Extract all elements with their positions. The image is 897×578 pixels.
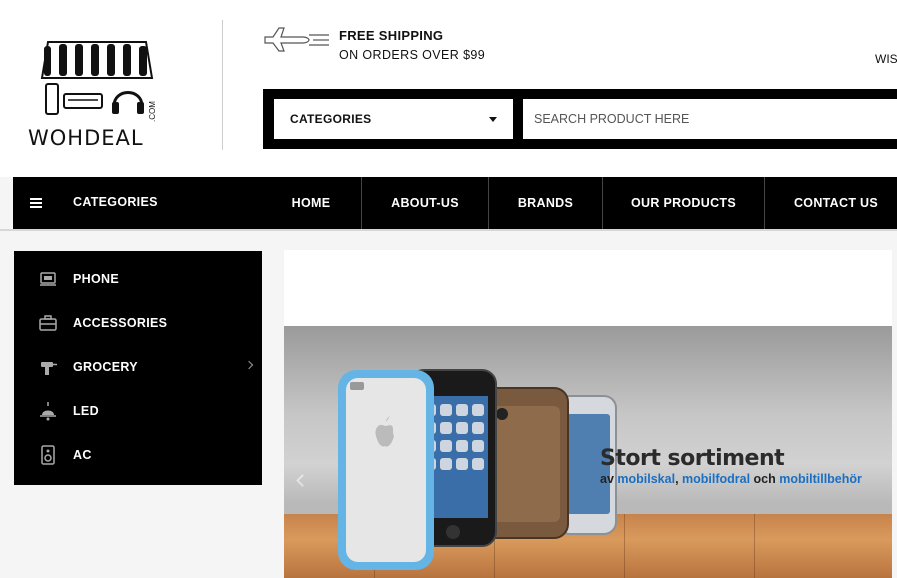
page: WOHDEAL .COM FREE SHIPPING ON ORDERS OVE… xyxy=(0,0,897,578)
sidebar-item-label: AC xyxy=(73,448,92,462)
sidebar-item-label: LED xyxy=(73,404,99,418)
banner-sub-och: och xyxy=(750,472,780,486)
sidebar-item-phone[interactable]: PHONE xyxy=(14,257,262,301)
phones-illustration xyxy=(338,369,617,570)
banner-sub-separator: , xyxy=(675,472,683,486)
header-divider xyxy=(222,20,223,150)
nav-home[interactable]: HOME xyxy=(261,177,361,229)
banner-edge xyxy=(892,250,897,578)
nav-divider-line xyxy=(0,229,897,231)
banner-link-mobilfodral: mobilfodral xyxy=(682,472,751,486)
shop-awning-icon xyxy=(40,41,154,115)
hero-banner[interactable]: Stort sortiment av mobilskal, mobilfodra… xyxy=(284,326,892,578)
shipping-title: FREE SHIPPING xyxy=(339,28,444,43)
sidebar-item-label: GROCERY xyxy=(73,360,138,374)
phone-icon xyxy=(40,272,56,286)
shipping-subtitle: ON ORDERS OVER $99 xyxy=(339,48,486,62)
banner-headline: Stort sortiment xyxy=(600,446,785,471)
sidebar-item-label: ACCESSORIES xyxy=(73,316,168,330)
banner-subtitle: av mobilskal, mobilfodral och mobiltillb… xyxy=(600,472,862,486)
logo-suffix: .COM xyxy=(148,101,157,122)
sidebar-item-label: PHONE xyxy=(73,272,119,286)
category-select-label: CATEGORIES xyxy=(290,112,372,126)
sidebar-item-ac[interactable]: AC xyxy=(14,433,262,477)
wishlist-link[interactable]: WIS xyxy=(875,52,897,66)
nav-categories-toggle[interactable]: CATEGORIES xyxy=(73,195,158,209)
search-bar: CATEGORIES xyxy=(263,89,897,149)
main-nav: CATEGORIES HOME ABOUT-US BRANDS OUR PROD… xyxy=(13,177,897,229)
search-input[interactable] xyxy=(523,99,897,139)
briefcase-icon xyxy=(39,315,57,331)
speaker-icon xyxy=(41,445,55,465)
caret-down-icon xyxy=(489,117,497,122)
hamburger-icon[interactable] xyxy=(30,198,42,208)
banner-sub-prefix: av xyxy=(600,472,618,486)
sidebar-item-grocery[interactable]: GROCERY xyxy=(14,345,262,389)
nav-our-products[interactable]: OUR PRODUCTS xyxy=(603,177,764,229)
chevron-right-icon xyxy=(244,360,254,370)
category-sidebar: PHONE ACCESSORIES GROCERY LED AC xyxy=(14,251,262,485)
banner-link-mobilskal: mobilskal xyxy=(617,472,676,486)
top-header: WOHDEAL .COM FREE SHIPPING ON ORDERS OVE… xyxy=(0,0,897,177)
airplane-icon xyxy=(264,27,329,52)
sidebar-item-led[interactable]: LED xyxy=(14,389,262,433)
lamp-icon xyxy=(40,402,56,421)
nav-contact-us[interactable]: CONTACT US xyxy=(765,177,897,229)
sidebar-item-accessories[interactable]: ACCESSORIES xyxy=(14,301,262,345)
logo[interactable]: WOHDEAL .COM xyxy=(26,40,166,152)
category-select[interactable]: CATEGORIES xyxy=(274,99,513,139)
logo-text: WOHDEAL xyxy=(28,126,144,150)
banner-link-mobiltillbehor: mobiltillbehör xyxy=(779,472,862,486)
nav-about-us[interactable]: ABOUT-US xyxy=(362,177,488,229)
floor-plank-line xyxy=(754,514,755,578)
slider-prev-icon[interactable] xyxy=(296,474,309,487)
banner-top-space xyxy=(284,250,892,326)
nav-brands[interactable]: BRANDS xyxy=(489,177,602,229)
drill-icon xyxy=(41,362,57,375)
